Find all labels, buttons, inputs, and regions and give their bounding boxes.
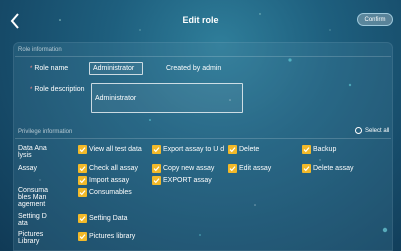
check-icon bbox=[302, 145, 311, 154]
perm-edit-assay[interactable]: Edit assay bbox=[228, 164, 271, 173]
category-label-data-analysis: Data Analysis bbox=[18, 145, 47, 159]
role-name-input[interactable]: Administrator bbox=[89, 62, 143, 75]
perm-copy-new-assay[interactable]: Copy new assay bbox=[152, 164, 214, 173]
role-description-input[interactable]: Administrator bbox=[91, 83, 243, 113]
check-icon bbox=[152, 164, 161, 173]
check-icon bbox=[78, 214, 87, 223]
perm-consumables[interactable]: Consumables bbox=[78, 188, 132, 197]
check-icon bbox=[78, 145, 87, 154]
check-icon bbox=[302, 164, 311, 173]
category-label-setting: Setting Data bbox=[18, 213, 47, 227]
confirm-button[interactable]: Confirm bbox=[357, 13, 393, 26]
check-icon bbox=[78, 164, 87, 173]
check-icon bbox=[228, 145, 237, 154]
check-icon bbox=[228, 164, 237, 173]
role-name-label: * Role name bbox=[30, 65, 69, 72]
perm-export-assay[interactable]: EXPORT assay bbox=[152, 176, 212, 185]
category-label-consumables: Consumables Management bbox=[18, 187, 48, 208]
created-by-text: Created by admin bbox=[166, 65, 222, 72]
perm-pictures-library[interactable]: Pictures library bbox=[78, 232, 135, 241]
check-icon bbox=[78, 188, 87, 197]
category-label-pictures: Pictures Library bbox=[18, 231, 44, 245]
role-info-divider bbox=[15, 56, 391, 57]
privilege-info-divider bbox=[15, 138, 391, 139]
perm-view-all-test-data[interactable]: View all test data bbox=[78, 145, 142, 154]
perm-delete-assay[interactable]: Delete assay bbox=[302, 164, 353, 173]
page-title: Edit role bbox=[182, 15, 219, 25]
required-marker: * bbox=[30, 66, 33, 72]
role-description-label: * Role description bbox=[30, 86, 85, 93]
perm-check-all-assay[interactable]: Check all assay bbox=[78, 164, 138, 173]
app-header: Edit role Confirm bbox=[0, 0, 401, 42]
check-icon bbox=[152, 176, 161, 185]
select-all-label: Select all bbox=[365, 127, 390, 134]
perm-delete[interactable]: Delete bbox=[228, 145, 259, 154]
select-all-toggle[interactable]: Select all bbox=[355, 127, 389, 134]
perm-export-assay-to-u-disk[interactable]: Export assay to U d bbox=[152, 145, 224, 154]
perm-setting-data[interactable]: Setting Data bbox=[78, 214, 128, 223]
required-marker: * bbox=[30, 87, 33, 93]
role-info-heading: Role information bbox=[18, 47, 62, 53]
category-label-assay: Assay bbox=[18, 165, 38, 172]
check-icon bbox=[152, 145, 161, 154]
check-icon bbox=[78, 232, 87, 241]
perm-backup[interactable]: Backup bbox=[302, 145, 336, 154]
perm-import-assay[interactable]: Import assay bbox=[78, 176, 129, 185]
check-icon bbox=[78, 176, 87, 185]
privilege-info-heading: Privilege information bbox=[18, 129, 73, 135]
radio-icon bbox=[355, 127, 362, 134]
